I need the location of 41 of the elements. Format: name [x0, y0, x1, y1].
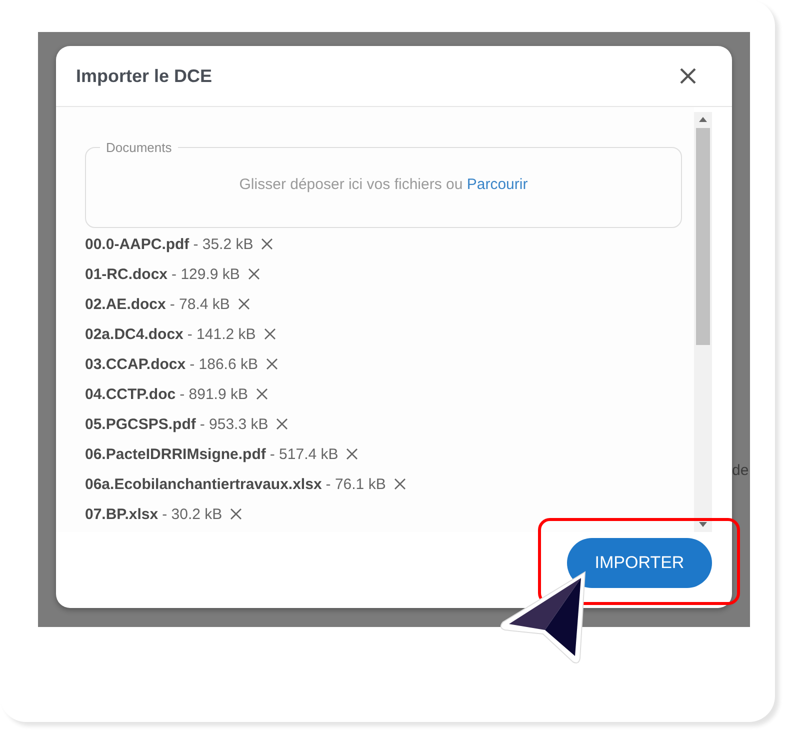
drop-hint: Glisser déposer ici vos fichiers ou Parcourir: [239, 176, 528, 192]
dialog-title: Importer le DCE: [76, 66, 212, 86]
file-name: 04.CCTP.doc: [85, 386, 176, 402]
background-text: de: [732, 462, 749, 479]
file-name: 06a.Ecobilanchantiertravaux.xlsx: [85, 476, 322, 492]
close-icon[interactable]: [680, 68, 696, 84]
remove-icon[interactable]: [261, 238, 274, 250]
remove-icon[interactable]: [264, 328, 276, 340]
file-size: - 953.3 kB: [200, 416, 268, 432]
file-name: 03.CCAP.docx: [85, 356, 186, 372]
file-name: 02.AE.docx: [85, 296, 166, 312]
file-size: - 76.1 kB: [326, 476, 386, 492]
remove-icon[interactable]: [276, 418, 288, 430]
scroll-down-icon[interactable]: [699, 522, 707, 527]
drop-zone[interactable]: Documents Glisser déposer ici vos fichiers ou Parcourir: [85, 140, 682, 228]
file-name: 02a.DC4.docx: [85, 326, 184, 342]
scroll-up-icon[interactable]: [699, 117, 707, 122]
remove-icon[interactable]: [346, 448, 358, 460]
remove-icon[interactable]: [248, 268, 260, 280]
file-size: - 129.9 kB: [172, 266, 240, 282]
file-name: 07.BP.xlsx: [85, 506, 158, 522]
drop-zone-label: Documents: [105, 140, 173, 155]
file-name: 01-RC.docx: [85, 266, 168, 282]
scrollbar[interactable]: [694, 112, 712, 532]
remove-icon[interactable]: [394, 478, 406, 490]
file-name: 05.PGCSPS.pdf: [85, 416, 196, 432]
file-size: - 891.9 kB: [180, 386, 248, 402]
file-size: - 30.2 kB: [162, 506, 222, 522]
import-button[interactable]: IMPORTER: [567, 538, 712, 588]
file-name: 06.PacteIDRRIMsigne.pdf: [85, 446, 266, 462]
remove-icon[interactable]: [230, 508, 242, 520]
remove-icon[interactable]: [256, 388, 268, 400]
file-size: - 35.2 kB: [193, 236, 254, 252]
file-size: - 78.4 kB: [170, 296, 230, 312]
remove-icon[interactable]: [238, 298, 250, 310]
browse-link[interactable]: Parcourir: [466, 176, 528, 192]
remove-icon[interactable]: [266, 358, 278, 370]
file-size: - 186.6 kB: [190, 356, 258, 372]
file-name: 00.0-AAPC.pdf: [85, 236, 190, 252]
file-size: - 517.4 kB: [270, 446, 338, 462]
file-size: - 141.2 kB: [187, 326, 256, 342]
